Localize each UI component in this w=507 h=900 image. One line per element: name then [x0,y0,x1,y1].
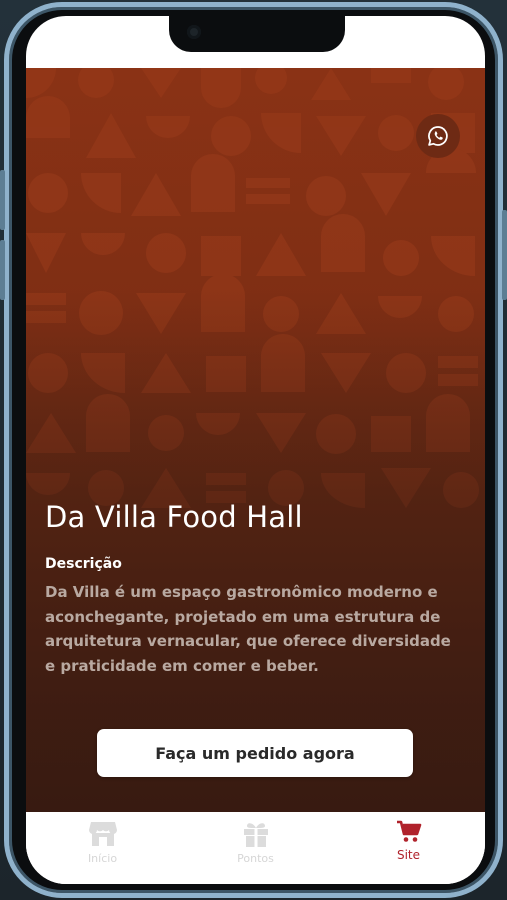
cart-icon [396,820,421,842]
tab-label: Pontos [237,852,274,865]
phone-power-button [502,210,507,300]
notch [169,16,345,52]
tab-label: Início [87,852,118,865]
hero-section: Da Villa Food Hall Descrição Da Villa é … [26,68,485,812]
whatsapp-icon [428,126,448,146]
tab-inicio[interactable]: Início [26,812,179,884]
gift-icon [243,823,268,847]
whatsapp-button[interactable] [416,114,460,158]
phone-screen: Da Villa Food Hall Descrição Da Villa é … [26,16,485,884]
front-camera [187,25,201,39]
phone-side-button [0,170,5,230]
description-label: Descrição [45,556,122,572]
bottom-tab-bar: Início Pontos Site [26,812,485,884]
tab-pontos[interactable]: Pontos [179,812,332,884]
tab-label: Site [396,848,421,862]
page-title: Da Villa Food Hall [45,500,303,534]
store-icon [88,822,117,846]
tab-site[interactable]: Site [332,812,485,884]
description-text: Da Villa é um espaço gastronômico modern… [45,583,451,675]
order-now-button[interactable]: Faça um pedido agora [97,729,413,777]
phone-side-button [0,240,5,300]
